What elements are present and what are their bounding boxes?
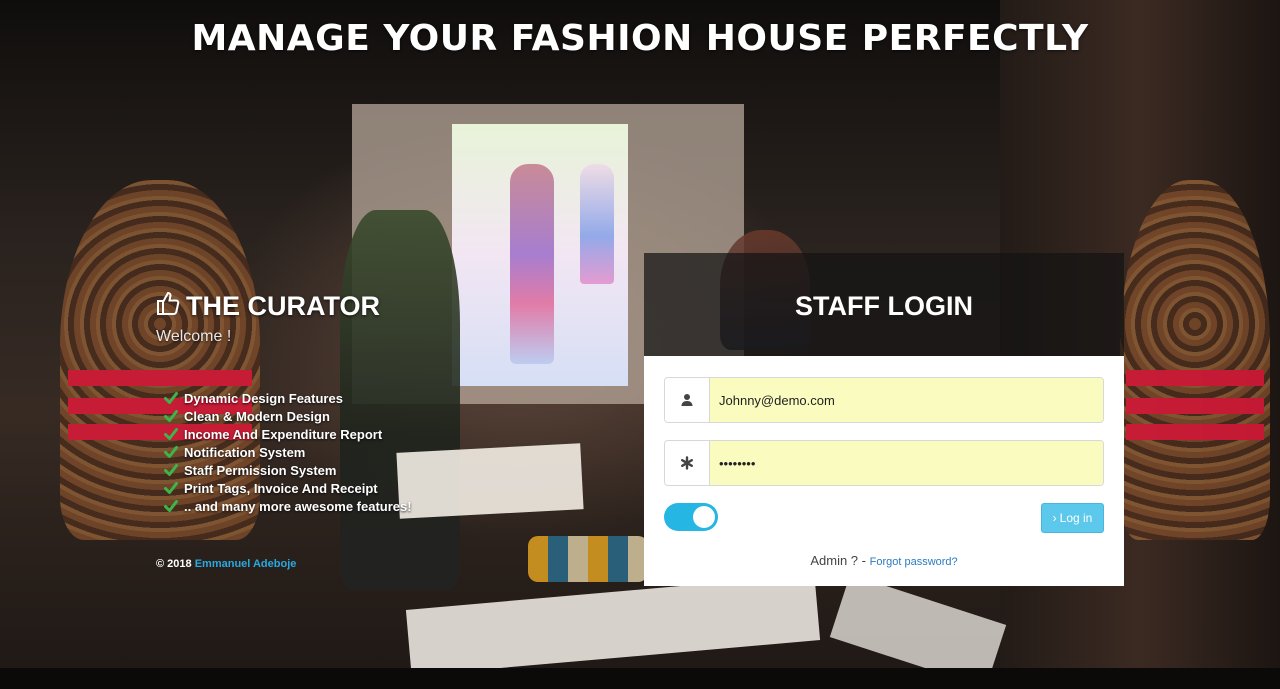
copyright-prefix: © 2018	[156, 558, 192, 570]
email-input[interactable]	[710, 378, 1103, 422]
check-icon	[164, 391, 178, 405]
forgot-password-link[interactable]: Forgot password?	[870, 556, 958, 568]
feature-item: Print Tags, Invoice And Receipt	[164, 479, 412, 497]
feature-item: .. and many more awesome features!	[164, 497, 412, 515]
feature-item: Notification System	[164, 443, 412, 461]
feature-item: Staff Permission System	[164, 461, 412, 479]
asterisk-icon	[665, 441, 710, 485]
login-button[interactable]: › Log in	[1041, 503, 1104, 533]
check-icon	[164, 481, 178, 495]
copyright: © 2018 Emmanuel Adeboje	[156, 558, 296, 570]
user-icon	[665, 378, 710, 422]
login-form: › Log in Admin ? - Forgot password?	[644, 356, 1124, 586]
mannequin-dress-far-right	[1120, 180, 1270, 540]
admin-prompt: Admin ? -	[810, 553, 866, 568]
admin-line: Admin ? - Forgot password?	[644, 553, 1124, 568]
login-button-label: Log in	[1059, 511, 1093, 525]
brand: THE CURATOR	[156, 290, 380, 323]
runway-model	[510, 164, 554, 364]
page-headline: MANAGE YOUR FASHION HOUSE PERFECTLY	[191, 18, 1089, 59]
feature-item: Dynamic Design Features	[164, 389, 412, 407]
exhibit-sign	[396, 443, 584, 519]
login-title: STAFF LOGIN	[795, 291, 973, 321]
runway-projection	[452, 124, 628, 386]
thumbs-up-icon	[156, 290, 180, 323]
check-icon	[164, 445, 178, 459]
check-icon	[164, 499, 178, 513]
brand-name: THE CURATOR	[186, 291, 380, 321]
shoe-display	[528, 536, 648, 582]
check-icon	[164, 427, 178, 441]
welcome-text: Welcome !	[156, 328, 232, 345]
password-input[interactable]	[710, 441, 1103, 485]
toggle-knob	[693, 506, 715, 528]
remember-me-toggle[interactable]	[664, 503, 718, 531]
bottom-strip	[0, 668, 1280, 689]
chevron-right-icon: ›	[1052, 511, 1057, 525]
feature-item: Income And Expenditure Report	[164, 425, 412, 443]
feature-list: Dynamic Design Features Clean & Modern D…	[164, 389, 412, 515]
feature-item: Clean & Modern Design	[164, 407, 412, 425]
check-icon	[164, 463, 178, 477]
password-field-group	[664, 440, 1104, 486]
login-header: STAFF LOGIN	[644, 253, 1124, 356]
runway-model-2	[580, 164, 614, 284]
check-icon	[164, 409, 178, 423]
author-link[interactable]: Emmanuel Adeboje	[195, 558, 297, 570]
email-field-group	[664, 377, 1104, 423]
